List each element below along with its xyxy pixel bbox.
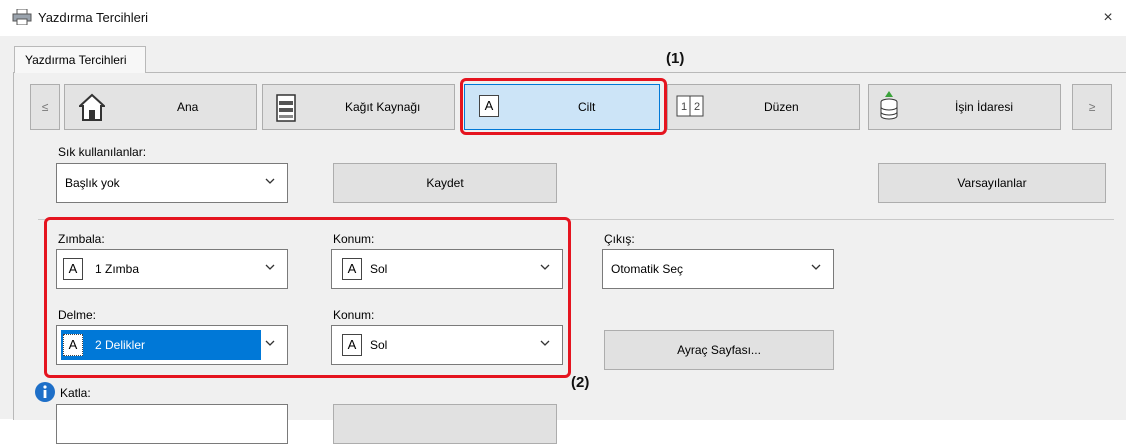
fold-label: Katla: [60, 386, 91, 400]
output-value: Otomatik Seç [611, 262, 684, 276]
save-button[interactable]: Kaydet [333, 163, 557, 203]
tab-label: Yazdırma Tercihleri [25, 53, 127, 67]
paper-tray-icon [276, 94, 296, 122]
close-button[interactable]: × [1096, 6, 1120, 30]
svg-text:2: 2 [694, 101, 700, 113]
title-bar [0, 0, 1126, 36]
defaults-button[interactable]: Varsayılanlar [878, 163, 1106, 203]
nav-prev-button[interactable]: ≤ [30, 84, 60, 130]
printer-icon [12, 9, 32, 25]
window-title: Yazdırma Tercihleri [38, 10, 149, 25]
svg-text:1: 1 [681, 101, 687, 113]
fold-settings-button[interactable] [333, 404, 557, 444]
favorites-label: Sık kullanılanlar: [58, 145, 147, 159]
nav-ana-button[interactable]: Ana [64, 84, 257, 130]
nav-job-handling-label: İşin İdaresi [955, 100, 1014, 114]
callout-1: (1) [666, 50, 685, 67]
nav-next-button[interactable]: ≥ [1072, 84, 1112, 130]
highlight-box-1 [460, 78, 667, 135]
nav-ana-label: Ana [177, 100, 199, 114]
highlight-box-2 [44, 217, 571, 378]
nav-job-handling-button[interactable]: İşin İdaresi [868, 84, 1061, 130]
info-icon[interactable] [34, 381, 56, 403]
tab-print-preferences[interactable]: Yazdırma Tercihleri [14, 46, 146, 73]
chevron-down-icon [811, 264, 821, 270]
fold-dropdown[interactable] [56, 404, 288, 444]
chevron-down-icon [265, 178, 275, 184]
favorites-dropdown[interactable]: Başlık yok [56, 163, 288, 203]
separator-page-button[interactable]: Ayraç Sayfası... [604, 330, 834, 370]
nav-paper-source-button[interactable]: Kağıt Kaynağı [262, 84, 455, 130]
output-dropdown[interactable]: Otomatik Seç [602, 249, 834, 289]
nav-layout-label: Düzen [764, 100, 799, 114]
job-storage-icon [880, 91, 898, 120]
nav-layout-button[interactable]: 1 2 Düzen [667, 84, 860, 130]
output-label: Çıkış: [604, 232, 635, 246]
home-icon [79, 93, 105, 121]
nav-paper-source-label: Kağıt Kaynağı [345, 100, 421, 114]
callout-2: (2) [571, 374, 590, 391]
favorites-value: Başlık yok [65, 176, 120, 190]
layout-icon: 1 2 [676, 95, 704, 117]
